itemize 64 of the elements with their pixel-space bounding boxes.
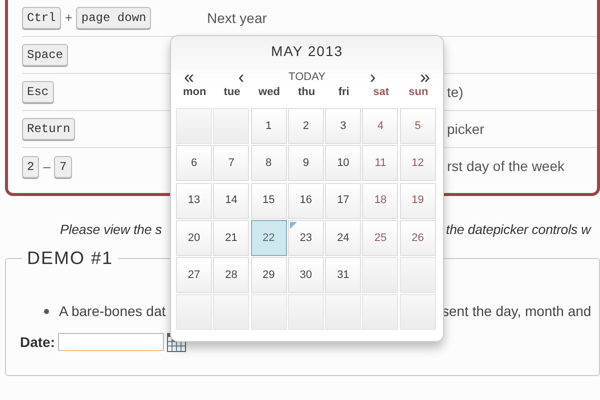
calendar-day[interactable]: 17	[325, 182, 362, 219]
calendar-day[interactable]: 5	[400, 108, 436, 144]
key-cap: Ctrl	[22, 7, 61, 29]
weekday-label: mon	[182, 85, 208, 99]
shortcut-description: Next year	[207, 8, 267, 28]
bullet-text: A bare-bones dat	[59, 302, 166, 319]
key-separator: –	[43, 158, 50, 176]
next-button[interactable]: ›	[370, 69, 376, 85]
calendar-day[interactable]: 10	[325, 145, 362, 182]
weekday-label: tue	[222, 85, 242, 99]
calendar-day[interactable]: 30	[288, 257, 324, 294]
date-input[interactable]	[58, 333, 164, 352]
calendar-day[interactable]: 12	[400, 145, 436, 182]
calendar-day[interactable]: 3	[325, 108, 362, 144]
date-label: Date:	[20, 332, 56, 352]
shortcut-description: rst day of the week	[447, 157, 565, 176]
calendar-day[interactable]: 8	[250, 145, 287, 182]
shortcut-description: te)	[447, 82, 464, 102]
key-cap: Space	[22, 44, 68, 66]
next-button[interactable]: »	[420, 69, 430, 85]
note-text: the datepicker controls w	[446, 221, 591, 239]
weekday-label: wed	[258, 85, 281, 99]
calendar-day[interactable]: 20	[176, 220, 212, 256]
calendar-day[interactable]: 29	[250, 257, 287, 294]
calendar-day[interactable]: 26	[400, 220, 436, 256]
calendar-day[interactable]: 27	[176, 257, 212, 294]
weekday-label: thu	[296, 85, 316, 99]
calendar-day[interactable]: 7	[213, 145, 250, 182]
weekday-label: fri	[337, 85, 350, 99]
weekday-label: sun	[408, 85, 430, 99]
key-cap: Esc	[22, 81, 54, 103]
today-marker-icon	[290, 222, 297, 229]
calendar-title: MAY 2013	[270, 43, 344, 59]
previous-button[interactable]: «	[184, 69, 194, 85]
calendar-day[interactable]: 25	[362, 220, 398, 256]
calendar-day[interactable]: 22	[250, 220, 287, 256]
calendar-day[interactable]: 1	[250, 108, 287, 144]
calendar-day[interactable]: 6	[176, 145, 212, 182]
shortcut-description: picker	[447, 120, 484, 139]
key-cap: 2	[22, 156, 40, 178]
calendar-day[interactable]: 13	[176, 182, 212, 219]
weekday-label: sat	[372, 85, 390, 99]
calendar-day[interactable]: 18	[362, 182, 398, 219]
calendar-day[interactable]: 4	[362, 108, 398, 144]
previous-button[interactable]: ‹	[238, 69, 244, 85]
calendar-day[interactable]: 11	[362, 145, 398, 182]
key-separator: +	[64, 9, 72, 28]
calendar-day[interactable]: 28	[213, 257, 250, 294]
calendar-day[interactable]: 16	[288, 182, 324, 219]
calendar-day[interactable]: 2	[288, 108, 324, 144]
key-cap: 7	[54, 156, 72, 178]
calendar-day[interactable]: 31	[325, 257, 362, 294]
calendar-day[interactable]: 19	[400, 182, 436, 219]
today-button[interactable]: TODAY	[288, 69, 326, 85]
note-text: Please view the s	[60, 222, 162, 237]
calendar-day[interactable]: 24	[325, 220, 362, 256]
calendar-day[interactable]: 15	[250, 182, 287, 219]
key-cap: page down	[76, 7, 152, 29]
calendar-day[interactable]: 9	[288, 145, 324, 182]
key-cap: Return	[22, 118, 76, 140]
calendar-day[interactable]: 21	[213, 220, 250, 256]
calendar-day[interactable]: 14	[213, 182, 250, 219]
bullet-icon	[44, 308, 49, 314]
calendar-day[interactable]: 23	[288, 220, 324, 256]
